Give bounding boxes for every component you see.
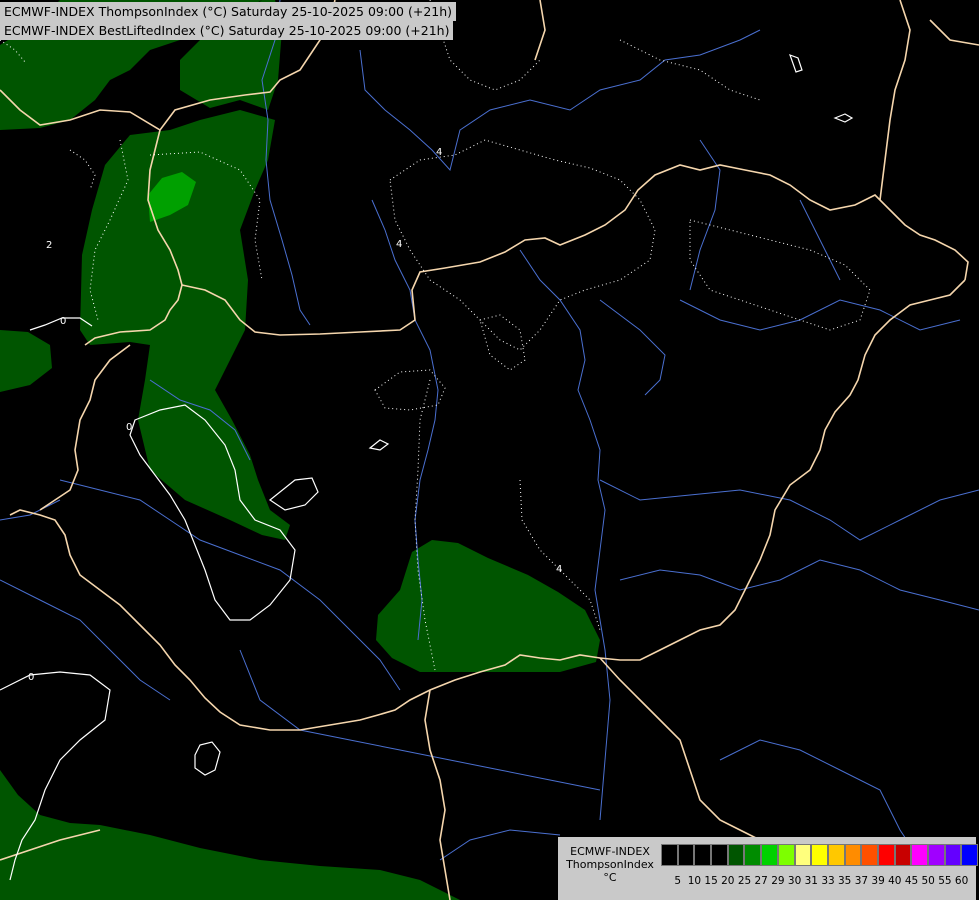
legend-swatch	[844, 844, 862, 866]
legend-tick-label: 27	[754, 875, 768, 887]
legend-swatch	[794, 844, 812, 866]
legend-swatch	[944, 844, 962, 866]
weather-map: 4 4 2 0 0 0 4	[0, 0, 979, 900]
contour-label: 2	[46, 240, 52, 251]
legend-swatch	[894, 844, 912, 866]
legend-tick-label: 50	[921, 875, 935, 887]
legend-tick-label: 33	[821, 875, 835, 887]
legend-tick-label: 10	[687, 875, 702, 887]
legend-tick-label: 60	[954, 875, 969, 887]
map-title-lifted: ECMWF-INDEX BestLiftedIndex (°C) Saturda…	[0, 21, 454, 40]
contour-label: 0	[28, 672, 34, 683]
legend-ticks: 5 10 15 20 25 27 29 30 31 33 35 37 39 40 45 50 55 60	[661, 875, 975, 889]
legend-swatch	[744, 844, 762, 866]
legend-tick-label: 30	[787, 875, 802, 887]
legend-swatch	[777, 844, 795, 866]
legend-variable: ThompsonIndex	[566, 858, 654, 871]
legend-tick-label: 5	[674, 875, 682, 887]
legend-swatch	[677, 844, 695, 866]
contour-label: 4	[396, 239, 402, 250]
legend-swatch	[827, 844, 845, 866]
legend-swatch	[877, 844, 895, 866]
legend-unit: °C	[603, 871, 617, 884]
legend-swatch	[761, 844, 778, 866]
legend-label: ECMWF-INDEX ThompsonIndex °C	[561, 845, 659, 884]
contour-label: 4	[556, 564, 562, 575]
legend-swatch	[961, 844, 979, 866]
legend-swatch	[861, 844, 878, 866]
legend-swatch	[694, 844, 712, 866]
legend-tick-label: 35	[838, 875, 852, 887]
legend-tick-label: 55	[938, 875, 952, 887]
legend-tick-label: 15	[704, 875, 718, 887]
map-title-thompson: ECMWF-INDEX ThompsonIndex (°C) Saturday …	[0, 2, 457, 21]
color-legend: ECMWF-INDEX ThompsonIndex °C 5 10 15 20 25 27…	[558, 837, 979, 900]
legend-swatch	[911, 844, 928, 866]
legend-swatch	[811, 844, 828, 866]
legend-swatches	[661, 844, 979, 866]
legend-tick-label: 31	[804, 875, 818, 887]
legend-tick-label: 20	[721, 875, 735, 887]
legend-swatch	[661, 844, 678, 866]
contour-label: 0	[60, 316, 66, 327]
legend-tick-label: 25	[737, 875, 752, 887]
legend-swatch	[711, 844, 728, 866]
legend-tick-label: 29	[771, 875, 785, 887]
legend-model: ECMWF-INDEX	[570, 845, 650, 858]
legend-tick-label: 37	[854, 875, 869, 887]
legend-tick-label: 45	[904, 875, 919, 887]
legend-swatch	[727, 844, 745, 866]
legend-tick-label: 40	[888, 875, 902, 887]
legend-swatch	[928, 844, 945, 866]
contour-label: 0	[126, 422, 132, 433]
legend-tick-label: 39	[871, 875, 885, 887]
contour-label: 4	[436, 147, 442, 158]
